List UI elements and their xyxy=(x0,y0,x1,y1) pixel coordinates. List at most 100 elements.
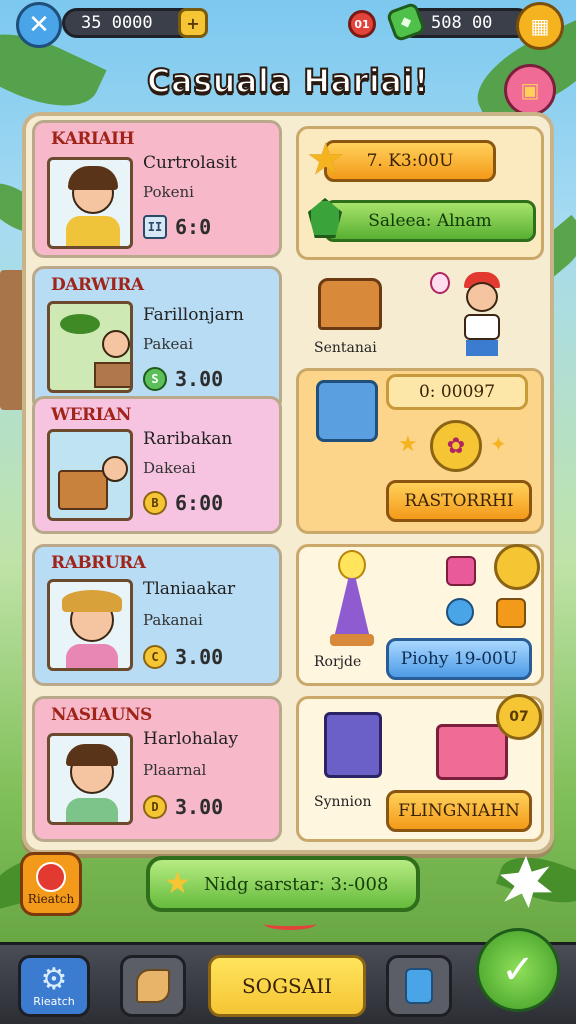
price-value: 3.00 xyxy=(175,645,224,669)
finish-button-label: FLINGNIAHN xyxy=(398,801,520,821)
sparkle-icon: ✦ xyxy=(490,432,507,456)
add-currency-button[interactable]: + xyxy=(178,8,208,38)
gem-icon xyxy=(446,598,474,626)
timed-offer-button[interactable]: Piohy 19-00U xyxy=(386,638,532,680)
character-portrait xyxy=(47,157,133,249)
card-price: S 3.00 xyxy=(143,367,223,391)
chest-label: Sentanai xyxy=(314,340,377,356)
card-name: Tlaniaakar xyxy=(143,579,236,599)
sales-button[interactable]: Saleea: Alnam xyxy=(324,200,536,242)
card-name: Farillonjarn xyxy=(143,305,244,325)
center-button[interactable]: SOGSAII xyxy=(208,955,366,1017)
character-card[interactable]: KARIAIH Curtrolasit Pokeni II 6:0 xyxy=(32,120,282,258)
card-price: D 3.00 xyxy=(143,795,223,819)
character-card[interactable]: NASIAUNS Harlohalay Plaarnal D 3.00 xyxy=(32,696,282,842)
character-portrait xyxy=(47,301,133,393)
card-price: II 6:0 xyxy=(143,215,211,239)
character-card[interactable]: DARWIRA Farillonjarn Pakeai S 3.00 xyxy=(32,266,282,412)
close-icon: ✕ xyxy=(28,10,50,40)
cup-button[interactable] xyxy=(386,955,452,1017)
card-heading: KARIAIH xyxy=(51,129,135,149)
card-subtitle: Pakeai xyxy=(143,335,194,353)
sparkle-icon: ★ xyxy=(398,432,418,457)
coin-icon: D xyxy=(143,795,167,819)
gear-icon: ⚙ xyxy=(40,961,68,997)
coin-icon: II xyxy=(143,215,167,239)
card-heading: WERIAN xyxy=(51,405,131,425)
gift-label: Synnion xyxy=(314,794,372,810)
settings-button[interactable]: ⚙ Rieatch xyxy=(18,955,90,1017)
character-card[interactable]: WERIAN Raribakan Dakeai B 6:00 xyxy=(32,396,282,534)
close-button[interactable]: ✕ xyxy=(16,2,62,48)
menu-grid-button[interactable]: ▦ xyxy=(516,2,564,50)
confirm-button[interactable]: ✓ xyxy=(476,928,560,1012)
card-price: C 3.00 xyxy=(143,645,223,669)
card-heading: NASIAUNS xyxy=(51,705,152,725)
gem-icon xyxy=(446,556,476,586)
arrow-icon xyxy=(264,918,316,930)
coin-badge-value: 07 xyxy=(509,709,529,725)
finish-button[interactable]: FLINGNIAHN xyxy=(386,790,532,832)
badge-icon: ✿ xyxy=(430,420,482,472)
search-button-label: Rieatch xyxy=(27,892,75,906)
cup-icon xyxy=(405,968,433,1004)
check-icon: ✓ xyxy=(501,947,535,993)
price-value: 6:0 xyxy=(175,215,212,239)
info-bubble-icon xyxy=(430,272,450,294)
price-value: 6:00 xyxy=(175,491,224,515)
machine-icon xyxy=(316,380,378,442)
character-figure xyxy=(456,268,506,358)
card-name: Harlohalay xyxy=(143,729,239,749)
card-subtitle: Pokeni xyxy=(143,183,194,201)
character-portrait xyxy=(47,429,133,521)
card-name: Raribakan xyxy=(143,429,233,449)
settings-label: Rieatch xyxy=(33,994,75,1008)
character-portrait xyxy=(47,733,133,825)
chest-icon: ▣ xyxy=(520,78,540,102)
restore-button[interactable]: RASTORRHI xyxy=(386,480,532,522)
sales-button-label: Saleea: Alnam xyxy=(368,211,492,231)
search-icon xyxy=(36,862,66,892)
currency-left-value: 35 0000 xyxy=(81,13,153,33)
coin-badge: 07 xyxy=(496,694,542,740)
lamp-icon xyxy=(330,550,374,646)
horn-icon xyxy=(136,969,170,1003)
top-bar: ✕ 35 0000 + 01 508 00 ◆ ▦ xyxy=(0,0,576,52)
character-card[interactable]: RABRURA Tlaniaakar Pakanai C 3.00 xyxy=(32,544,282,686)
timer-offer-label: 7. K3:00U xyxy=(366,151,454,171)
card-name: Curtrolasit xyxy=(143,153,237,173)
card-price: B 6:00 xyxy=(143,491,223,515)
star-icon: ★ xyxy=(306,134,346,185)
alert-badge-count: 01 xyxy=(354,17,370,31)
timer-offer-button[interactable]: 7. K3:00U xyxy=(324,140,496,182)
coin-icon xyxy=(494,544,540,590)
alert-badge[interactable]: 01 xyxy=(348,10,376,38)
treasure-box-icon xyxy=(436,724,508,780)
progress-text: Nidg sarstar: 3:-008 xyxy=(204,873,389,895)
center-button-label: SOGSAII xyxy=(241,974,333,998)
timed-offer-label: Piohy 19-00U xyxy=(400,649,518,669)
card-subtitle: Plaarnal xyxy=(143,761,207,779)
restore-button-label: RASTORRHI xyxy=(404,491,514,511)
search-button[interactable]: Rieatch xyxy=(20,852,82,916)
price-value: 3.00 xyxy=(175,367,224,391)
grid-icon: ▦ xyxy=(530,14,550,38)
horn-button[interactable] xyxy=(120,955,186,1017)
card-subtitle: Dakeai xyxy=(143,459,196,477)
coin-icon: C xyxy=(143,645,167,669)
progress-star-icon: ★ xyxy=(164,866,191,901)
coin-icon: S xyxy=(143,367,167,391)
shop-chest-button[interactable]: ▣ xyxy=(504,64,556,116)
lamp-label: Rorjde xyxy=(314,654,362,670)
gem-icon xyxy=(496,598,526,628)
currency-right-value: 508 00 xyxy=(431,13,493,33)
page-title: Casuala Hariai! xyxy=(146,61,429,101)
coin-icon: B xyxy=(143,491,167,515)
gift-box-icon xyxy=(324,712,382,778)
progress-bar[interactable]: ★ Nidg sarstar: 3:-008 xyxy=(146,856,420,912)
character-portrait xyxy=(47,579,133,671)
price-value: 3.00 xyxy=(175,795,224,819)
card-subtitle: Pakanai xyxy=(143,611,203,629)
treasure-chest-icon xyxy=(318,278,382,330)
plus-icon: + xyxy=(186,13,200,33)
